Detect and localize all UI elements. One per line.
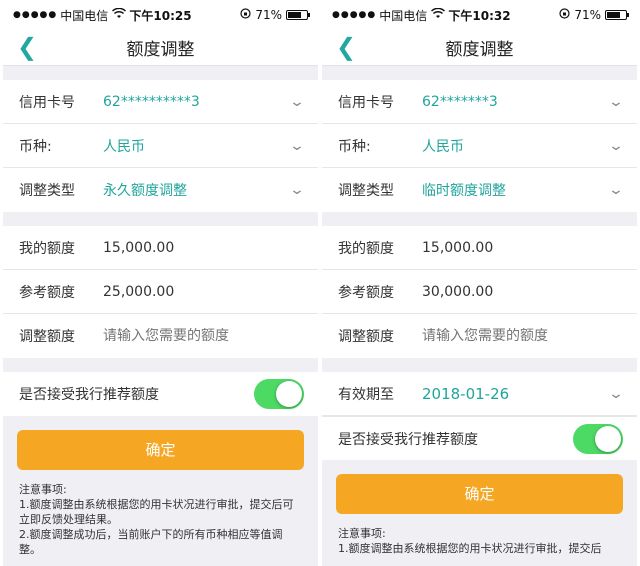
page-title: 额度调整 (445, 40, 514, 60)
adjust-amount-row: 调整额度 (322, 314, 637, 358)
my-limit-row: 我的额度 15,000.00 (322, 226, 637, 270)
accept-recommended-switch[interactable] (254, 379, 304, 409)
adjust-amount-input[interactable] (422, 328, 623, 344)
wifi-icon (431, 7, 446, 22)
card-number-label: 信用卡号 (338, 94, 394, 111)
reference-limit-label: 参考额度 (338, 284, 394, 301)
accept-recommended-label: 是否接受我行推荐额度 (19, 387, 159, 403)
reference-limit-label: 参考额度 (19, 284, 75, 301)
currency-row[interactable]: 币种: 人民币 ⌄ (322, 124, 637, 168)
card-number-value: 62**********3 (103, 93, 200, 110)
nav-bar: ❮ 额度调整 (322, 30, 637, 66)
chevron-down-icon: ⌄ (288, 137, 306, 154)
carrier-label: 中国电信 (379, 8, 428, 23)
accept-recommended-row: 是否接受我行推荐额度 (3, 372, 318, 416)
wifi-icon (112, 7, 127, 22)
expiry-group: 有效期至 2018-01-26 ⌄ 是否接受我行推荐额度 (322, 372, 637, 460)
notes-title: 注意事项: (19, 483, 67, 496)
status-bar: ●●●●● 中国电信 下午10:32 71% (322, 0, 637, 30)
battery-icon (605, 10, 629, 20)
currency-row[interactable]: 币种: 人民币 ⌄ (3, 124, 318, 168)
adjustment-type-value: 临时额度调整 (422, 183, 506, 199)
adjustment-type-label: 调整类型 (19, 183, 75, 199)
adjustment-type-label: 调整类型 (338, 183, 394, 199)
reference-limit-value: 25,000.00 (103, 283, 175, 300)
notes: 注意事项: 1.额度调整由系统根据您的用卡状况进行审批，提交后可立即反馈处理结果… (3, 470, 318, 557)
page-title: 额度调整 (126, 40, 195, 60)
battery-percent: 71% (255, 8, 282, 22)
notes-title: 注意事项: (338, 527, 386, 540)
card-number-row[interactable]: 信用卡号 62**********3 ⌄ (3, 80, 318, 124)
expiry-value: 2018-01-26 (422, 384, 510, 403)
my-limit-value: 15,000.00 (103, 239, 175, 256)
card-number-value: 62*******3 (422, 93, 498, 110)
screen-temporary-adjustment: ●●●●● 中国电信 下午10:32 71% ❮ 额度调整 信用卡号 62***… (322, 0, 637, 566)
signal-icon: ●●●●● (332, 10, 377, 20)
battery-percent: 71% (574, 8, 601, 22)
adjust-amount-row: 调整额度 (3, 314, 318, 358)
nav-bar: ❮ 额度调整 (3, 30, 318, 66)
chevron-down-icon: ⌄ (607, 93, 625, 110)
expiry-label: 有效期至 (338, 386, 394, 403)
currency-label: 币种: (19, 138, 52, 155)
carrier-label: 中国电信 (60, 8, 109, 23)
back-chevron-icon[interactable]: ❮ (17, 35, 37, 59)
chevron-down-icon: ⌄ (607, 182, 625, 198)
my-limit-row: 我的额度 15,000.00 (3, 226, 318, 270)
adjustment-type-value: 永久额度调整 (103, 183, 187, 199)
chevron-down-icon: ⌄ (288, 93, 306, 110)
card-number-label: 信用卡号 (19, 94, 75, 111)
notes-item: 2.额度调整成功后，当前账户下的所有币种相应等值调整。 (19, 528, 283, 556)
rotation-lock-icon (559, 8, 570, 22)
accept-recommended-label: 是否接受我行推荐额度 (338, 431, 478, 448)
limit-group: 我的额度 15,000.00 参考额度 30,000.00 调整额度 (322, 226, 637, 358)
adjustment-type-row[interactable]: 调整类型 永久额度调整 ⌄ (3, 168, 318, 212)
reference-limit-value: 30,000.00 (422, 283, 494, 300)
notes-item: 1.额度调整由系统根据您的用卡状况进行审批，提交后可立即反馈处理结果。 (19, 498, 294, 526)
notes: 注意事项: 1.额度调整由系统根据您的用卡状况进行审批，提交后 (322, 514, 637, 556)
card-info-group: 信用卡号 62**********3 ⌄ 币种: 人民币 ⌄ 调整类型 永久额度… (3, 80, 318, 212)
accept-recommended-switch[interactable] (573, 423, 623, 454)
reference-limit-row: 参考额度 25,000.00 (3, 270, 318, 314)
back-chevron-icon[interactable]: ❮ (336, 35, 356, 59)
confirm-button[interactable]: 确定 (17, 430, 304, 470)
chevron-down-icon: ⌄ (288, 182, 306, 198)
status-bar: ●●●●● 中国电信 下午10:25 71% (3, 0, 318, 30)
limit-group: 我的额度 15,000.00 参考额度 25,000.00 调整额度 (3, 226, 318, 358)
reference-limit-row: 参考额度 30,000.00 (322, 270, 637, 314)
my-limit-label: 我的额度 (338, 240, 394, 257)
accept-recommended-row: 是否接受我行推荐额度 (322, 416, 637, 460)
adjust-amount-input[interactable] (103, 328, 304, 344)
card-number-row[interactable]: 信用卡号 62*******3 ⌄ (322, 80, 637, 124)
notes-item: 1.额度调整由系统根据您的用卡状况进行审批，提交后 (338, 542, 602, 555)
confirm-button[interactable]: 确定 (336, 474, 623, 514)
card-info-group: 信用卡号 62*******3 ⌄ 币种: 人民币 ⌄ 调整类型 临时额度调整 … (322, 80, 637, 212)
currency-label: 币种: (338, 138, 371, 155)
rotation-lock-icon (240, 8, 251, 22)
my-limit-value: 15,000.00 (422, 239, 494, 256)
battery-icon (286, 10, 310, 20)
adjustment-type-row[interactable]: 调整类型 临时额度调整 ⌄ (322, 168, 637, 212)
adjust-amount-label: 调整额度 (19, 329, 75, 345)
chevron-down-icon: ⌄ (607, 385, 625, 402)
expiry-row[interactable]: 有效期至 2018-01-26 ⌄ (322, 372, 637, 416)
my-limit-label: 我的额度 (19, 240, 75, 257)
currency-value: 人民币 (103, 138, 145, 155)
adjust-amount-label: 调整额度 (338, 329, 394, 345)
currency-value: 人民币 (422, 138, 464, 155)
signal-icon: ●●●●● (13, 10, 58, 20)
chevron-down-icon: ⌄ (607, 137, 625, 154)
screen-permanent-adjustment: ●●●●● 中国电信 下午10:25 71% ❮ 额度调整 信用卡号 62***… (3, 0, 318, 566)
